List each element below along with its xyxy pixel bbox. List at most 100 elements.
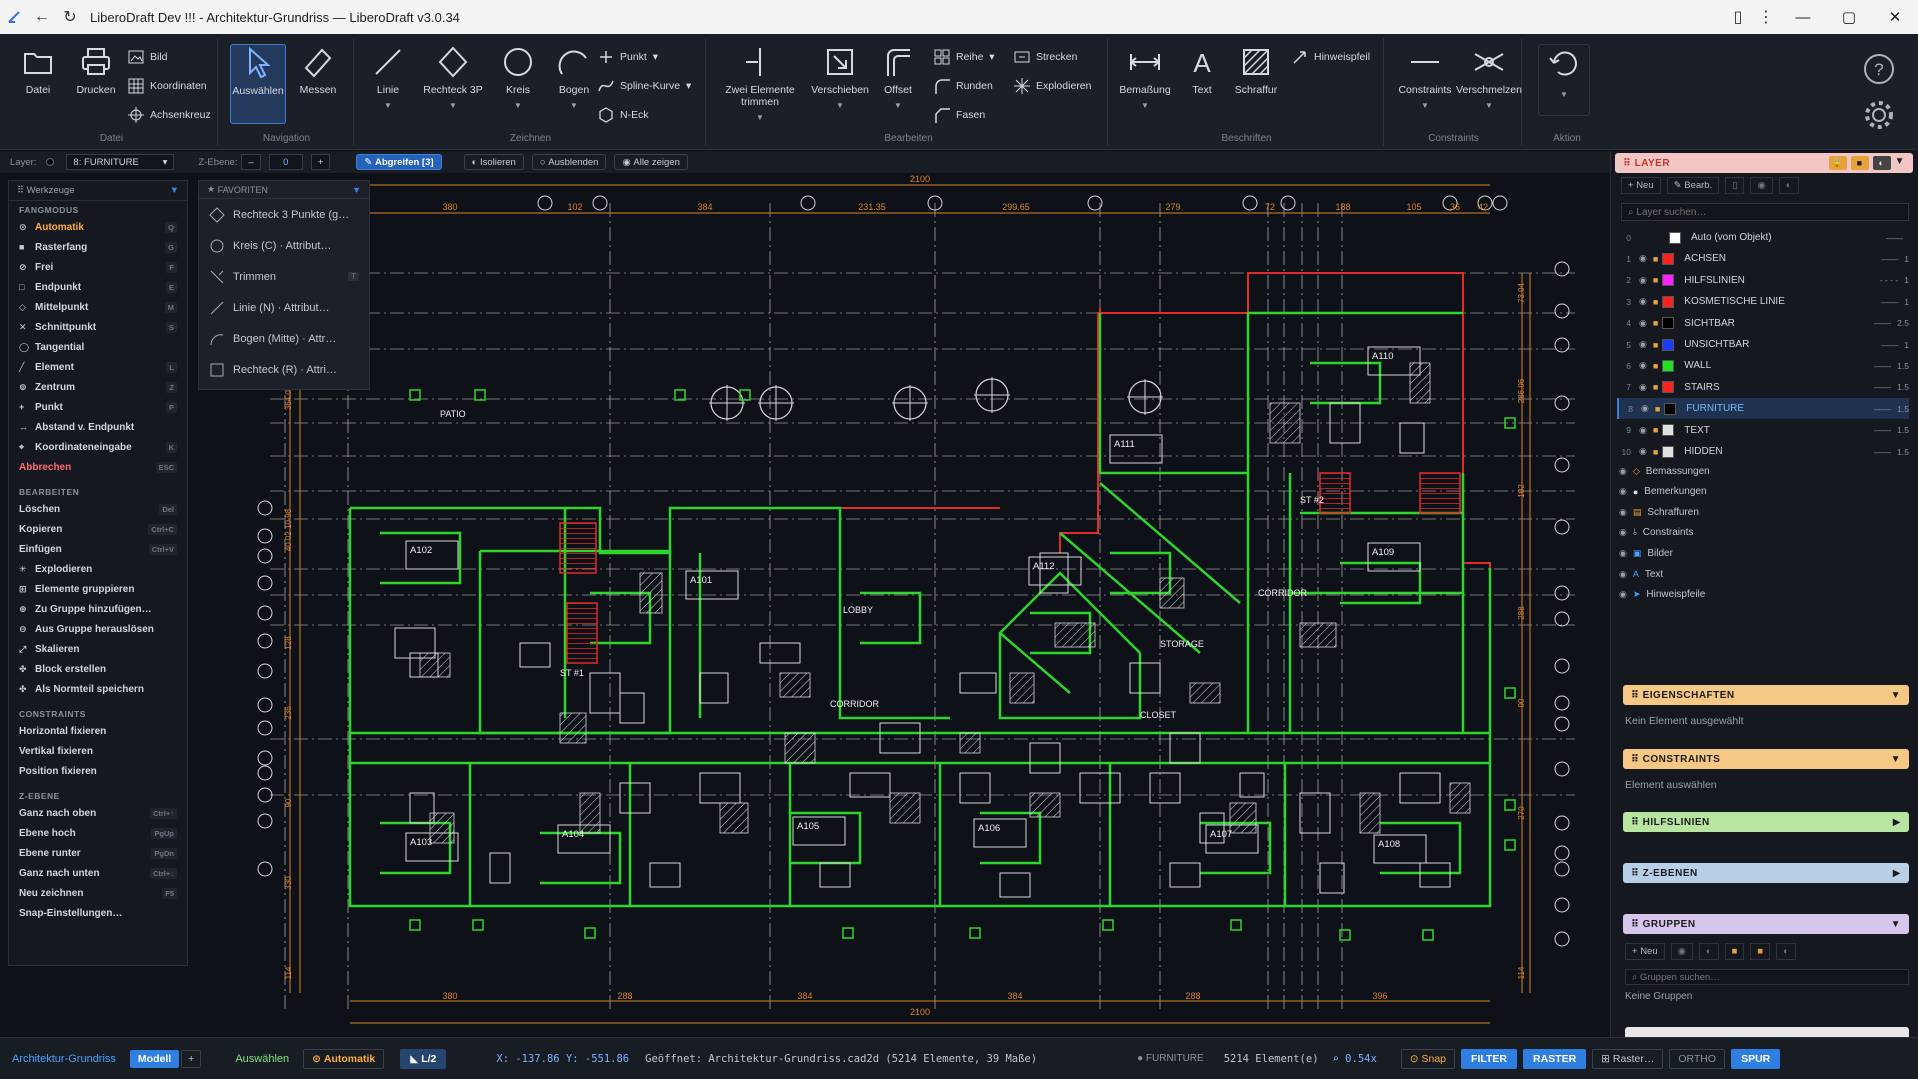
eye-icon[interactable]: ◉ xyxy=(1639,382,1647,393)
text-button[interactable]: A Text xyxy=(1174,44,1230,124)
constraints-button[interactable]: Constraints ▼ xyxy=(1394,44,1456,124)
tool-item[interactable]: ⊚ Zentrum Z xyxy=(9,377,187,397)
eye-icon[interactable]: ◉ xyxy=(1639,360,1647,371)
lock-icon[interactable]: ■ xyxy=(1653,275,1658,285)
layer-color-swatch[interactable] xyxy=(1662,359,1675,372)
bemassung-button[interactable]: Bemaßung ▼ xyxy=(1114,44,1176,124)
runden-button[interactable]: Runden xyxy=(934,75,993,97)
lock-icon[interactable]: ■ xyxy=(1724,943,1745,960)
gear-icon[interactable] xyxy=(1862,98,1896,132)
layer-color-swatch[interactable] xyxy=(1662,252,1675,265)
guidelines-panel-header[interactable]: ⠿ HILFSLINIEN ▶ xyxy=(1623,812,1909,832)
tool-item[interactable]: ↔ Abstand v. Endpunkt xyxy=(9,417,187,437)
verschieben-button[interactable]: Verschieben ▼ xyxy=(808,44,872,124)
hinweispfeil-button[interactable]: Hinweispfeil xyxy=(1292,46,1370,68)
tool-item[interactable]: ⊞ Elemente gruppieren xyxy=(9,579,187,599)
tool-item[interactable]: □ Endpunkt E xyxy=(9,277,187,297)
layer-row[interactable]: 4 ◉ ■ SICHTBAR —— 2.5 xyxy=(1617,313,1909,334)
layer-color-swatch[interactable] xyxy=(1669,231,1681,244)
z-level-value[interactable]: 0 xyxy=(268,154,303,170)
favorite-item[interactable]: Trimmen T xyxy=(199,261,369,292)
eye-icon[interactable]: ◉ xyxy=(1619,466,1627,477)
sublayer-row[interactable]: ◉ A Text xyxy=(1619,564,1663,584)
layer-color-swatch[interactable] xyxy=(1662,274,1675,287)
linie-button[interactable]: Linie ▼ xyxy=(360,44,416,124)
spline-button[interactable]: Spline-Kurve ▾ xyxy=(598,75,691,97)
lock-icon[interactable]: ■ xyxy=(1653,361,1658,371)
tool-item[interactable]: ✳ Explodieren xyxy=(9,559,187,579)
chevron-down-icon[interactable]: ▼ xyxy=(1891,754,1901,765)
help-icon[interactable]: ? xyxy=(1862,52,1896,86)
eye-icon[interactable]: ◉ xyxy=(1670,943,1693,960)
layer-row[interactable]: 8 ◉ ■ FURNITURE —— 1.5 xyxy=(1617,398,1909,420)
tools-header[interactable]: ⠿ Werkzeuge ▼ xyxy=(9,181,187,201)
reihe-button[interactable]: Reihe ▾ xyxy=(934,46,995,68)
layer-panel-header[interactable]: ⠿ LAYER 🔒 ■ ◐ ▼ xyxy=(1615,153,1913,173)
layer-color-swatch[interactable] xyxy=(1662,295,1675,308)
layer-search[interactable]: ⌕ xyxy=(1621,203,1909,221)
tool-item[interactable]: + Punkt P xyxy=(9,397,187,417)
layer-row[interactable]: 2 ◉ ■ HILFSLINIEN - - - - 1 xyxy=(1617,270,1909,291)
tool-item[interactable]: ✕ Schnittpunkt S xyxy=(9,317,187,337)
tool-item[interactable]: ⌖ Koordinateneingabe K xyxy=(9,437,187,457)
tool-item[interactable]: Snap-Einstellungen… xyxy=(9,903,187,923)
collapsed-panel-header[interactable] xyxy=(1625,1027,1909,1037)
layer-search-input[interactable] xyxy=(1636,206,1877,218)
layer-row[interactable]: 5 ◉ ■ UNSICHTBAR —— 1 xyxy=(1617,334,1909,355)
tool-item[interactable]: Kopieren Ctrl+C xyxy=(9,519,187,539)
bogen-button[interactable]: Bogen ▼ xyxy=(546,44,602,124)
drag-handle-icon[interactable]: ⠿ xyxy=(1631,919,1643,930)
bild-button[interactable]: Bild xyxy=(128,46,168,68)
filter-toggle[interactable]: FILTER xyxy=(1461,1048,1517,1069)
tool-item[interactable]: Vertikal fixieren xyxy=(9,741,187,761)
eye-icon[interactable]: ◉ xyxy=(1639,253,1647,264)
layer-row[interactable]: 7 ◉ ■ STAIRS —— 1.5 xyxy=(1617,377,1909,398)
eye-icon[interactable]: ◉ xyxy=(1639,339,1647,350)
drag-handle-icon[interactable]: ⠿ xyxy=(1631,817,1643,828)
messen-button[interactable]: Messen xyxy=(290,44,346,124)
ortho-toggle[interactable]: ORTHO xyxy=(1669,1048,1726,1069)
favorite-item[interactable]: Rechteck (R) · Attri… xyxy=(199,354,369,385)
chevron-right-icon[interactable]: ▶ xyxy=(1893,868,1901,879)
tool-item[interactable]: Einfügen Ctrl+V xyxy=(9,539,187,559)
track-toggle[interactable]: SPUR xyxy=(1731,1048,1781,1069)
z-level-plus[interactable]: + xyxy=(310,154,331,170)
eye-icon[interactable]: ◉ xyxy=(1639,296,1647,307)
contrast-icon[interactable]: ◐ xyxy=(1698,943,1719,960)
schraffur-button[interactable]: Schraffur xyxy=(1228,44,1284,124)
layer-row[interactable]: 6 ◉ ■ WALL —— 1.5 xyxy=(1617,355,1909,376)
minimize-button[interactable]: — xyxy=(1780,0,1826,34)
chevron-down-icon[interactable]: ▼ xyxy=(1891,919,1901,930)
z-level-minus[interactable]: – xyxy=(241,154,261,170)
contrast-icon[interactable]: ◐ xyxy=(1872,156,1891,170)
hide-button[interactable]: ○ Ausblenden xyxy=(531,154,607,170)
more-vertical-icon[interactable]: ⋮ xyxy=(1752,3,1780,31)
layer-color-swatch[interactable] xyxy=(1662,424,1675,437)
group-search-input[interactable] xyxy=(1639,971,1880,983)
eye-icon[interactable]: ◉ xyxy=(1639,425,1647,436)
group-search[interactable]: ⌕ xyxy=(1625,969,1909,985)
groups-panel-header[interactable]: ⠿ GRUPPEN ▼ xyxy=(1623,914,1909,934)
layer-row[interactable]: 10 ◉ ■ HIDDEN —— 1.5 xyxy=(1617,441,1909,462)
eye-icon[interactable]: ◉ xyxy=(1619,548,1627,559)
lock-icon[interactable]: ■ xyxy=(1655,404,1660,414)
chevron-down-icon[interactable]: ▼ xyxy=(1895,156,1905,170)
drag-handle-icon[interactable]: ⠿ xyxy=(1623,158,1635,169)
edit-layer-button[interactable]: ✎ Bearb. xyxy=(1666,177,1720,194)
tool-item[interactable]: Abbrechen ESC xyxy=(9,457,187,477)
lock-icon[interactable]: ■ xyxy=(1653,318,1658,328)
eye-icon[interactable]: ◉ xyxy=(1639,446,1647,457)
eye-icon[interactable]: ◉ xyxy=(1619,507,1627,518)
constraints-panel-header[interactable]: ⠿ CONSTRAINTS ▼ xyxy=(1623,749,1909,769)
verschmelzen-button[interactable]: Verschmelzen ▼ xyxy=(1456,44,1522,124)
tool-item[interactable]: ◇ Mittelpunkt M xyxy=(9,297,187,317)
new-layer-button[interactable]: + Neu xyxy=(1621,177,1661,194)
tool-item[interactable]: Neu zeichnen F5 xyxy=(9,883,187,903)
layer-color-swatch[interactable] xyxy=(1662,317,1675,330)
eye-icon[interactable]: ◉ xyxy=(1619,486,1627,497)
trimmen-button[interactable]: Zwei Elemente trimmen ▼ xyxy=(722,44,798,124)
tool-item[interactable]: Ganz nach unten Ctrl+↓ xyxy=(9,863,187,883)
back-arrow-icon[interactable]: ← xyxy=(28,3,56,31)
tool-item[interactable]: Ebene hoch PgUp xyxy=(9,823,187,843)
eye-icon[interactable]: ◉ xyxy=(1639,275,1647,286)
